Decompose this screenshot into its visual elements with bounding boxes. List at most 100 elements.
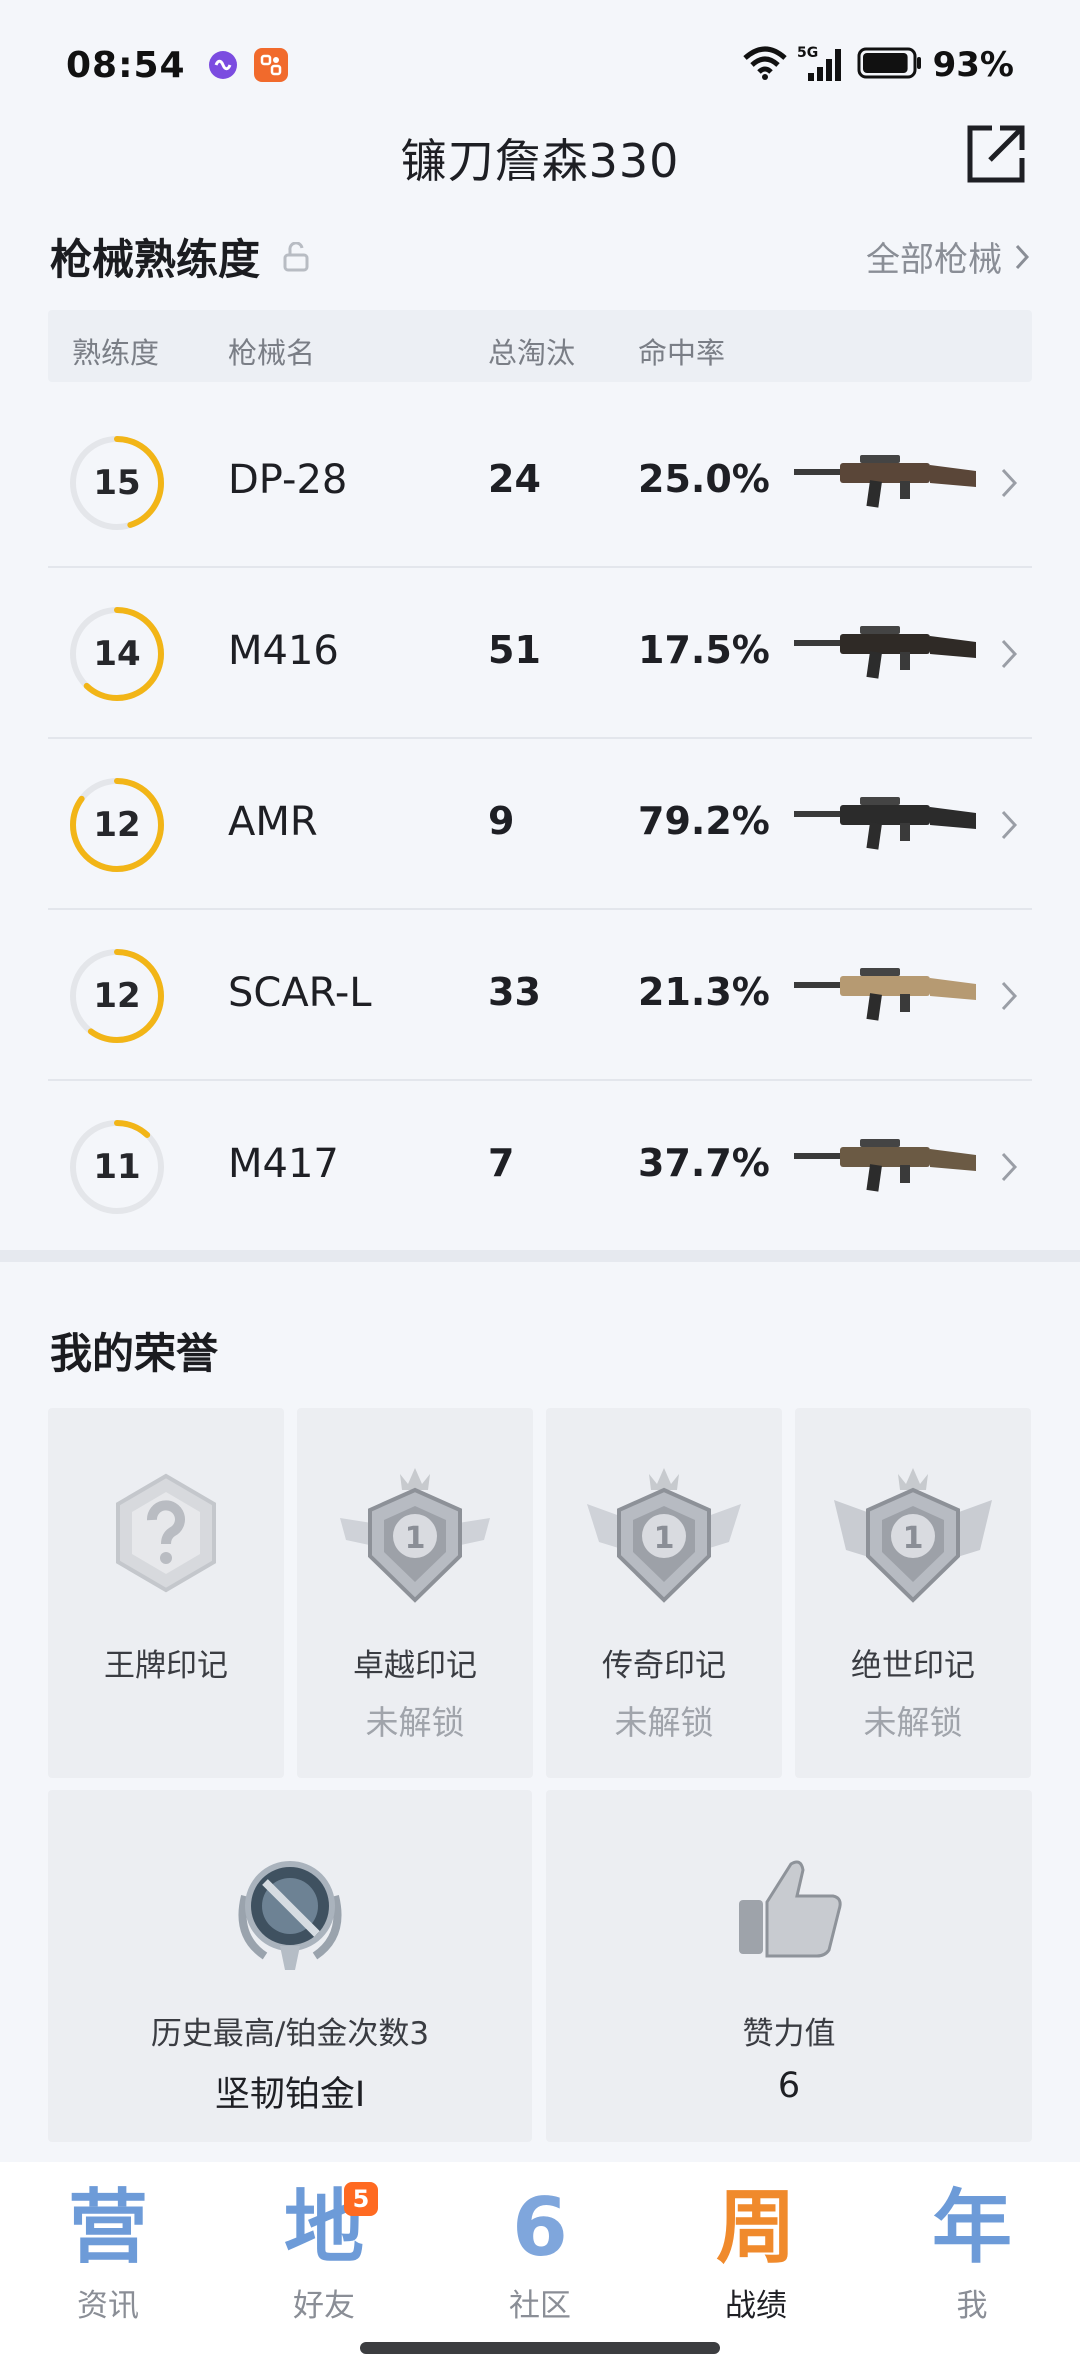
mastery-level: 12 <box>93 805 141 845</box>
chevron-right-icon <box>1001 639 1018 669</box>
nav-label: 好友 <box>293 2288 355 2324</box>
mastery-level: 15 <box>93 463 141 503</box>
weapon-hit-rate: 37.7% <box>638 1141 770 1185</box>
weapon-hit-rate: 79.2% <box>638 799 770 843</box>
weapons-section-header: 枪械熟练度 全部枪械 <box>50 226 1030 287</box>
question-badge-icon <box>116 1473 216 1593</box>
platinum-rank-icon <box>238 1861 342 1970</box>
section-divider <box>0 1250 1080 1262</box>
chevron-right-icon <box>1015 244 1030 269</box>
likes-card[interactable]: 赞力值 6 <box>546 1790 1032 2142</box>
honor-card-ace[interactable]: 王牌印记 <box>48 1408 284 1778</box>
column-header: 命中率 <box>638 336 726 370</box>
honor-label: 王牌印记 <box>104 1648 228 1684</box>
nav-item-friends[interactable]: 地 5 好友 <box>216 2180 432 2330</box>
chevron-right-icon <box>1001 1152 1018 1182</box>
section-title: 枪械熟练度 <box>50 235 261 284</box>
weapon-hit-rate: 21.3% <box>638 970 770 1014</box>
honor-card-peerless[interactable]: 1 绝世印记 未解锁 <box>795 1408 1031 1778</box>
nav-label: 战绩 <box>725 2288 787 2324</box>
chevron-right-icon <box>1001 468 1018 498</box>
weapon-kills: 51 <box>488 628 541 672</box>
stats-tab-icon: 周 <box>716 2181 796 2274</box>
likes-value: 6 <box>777 2066 801 2106</box>
page-title: 镰刀詹森330 <box>400 134 680 188</box>
weapon-name: M417 <box>228 1141 339 1187</box>
me-tab-icon: 年 <box>932 2181 1012 2274</box>
chevron-right-icon <box>1001 810 1018 840</box>
honor-card-excellence[interactable]: 1 卓越印记 未解锁 <box>297 1408 533 1778</box>
honor-label: 卓越印记 <box>353 1648 477 1684</box>
weapon-kills: 9 <box>488 799 515 843</box>
weapon-hit-rate: 25.0% <box>638 457 770 501</box>
honor-status: 未解锁 <box>863 1703 963 1742</box>
weapon-name: DP-28 <box>228 457 348 503</box>
nav-label: 社区 <box>509 2288 571 2324</box>
svg-text:5G: 5G <box>797 45 818 61</box>
weapon-row[interactable]: 12 AMR 9 79.2% <box>48 739 1032 910</box>
nav-item-community[interactable]: 6 社区 <box>432 2180 648 2330</box>
status-bar: 08:54 5G 93% <box>0 0 1080 130</box>
column-header: 熟练度 <box>72 336 160 370</box>
weapon-hit-rate: 17.5% <box>638 628 770 672</box>
column-header: 枪械名 <box>228 336 316 370</box>
likes-caption: 赞力值 <box>742 2016 836 2052</box>
weapon-kills: 7 <box>488 1141 515 1185</box>
nav-label: 我 <box>956 2288 988 2324</box>
mastery-level: 11 <box>93 1147 141 1187</box>
battery-percent: 93% <box>932 45 1014 85</box>
honor-card-legend[interactable]: 1 传奇印记 未解锁 <box>546 1408 782 1778</box>
wifi-icon <box>742 46 787 84</box>
nav-item-news[interactable]: 营 资讯 <box>0 2180 216 2330</box>
weapon-image-icon <box>794 797 976 850</box>
rank-caption: 历史最高/铂金次数3 <box>150 2016 430 2052</box>
weapon-name: M416 <box>228 628 339 674</box>
honor-label: 传奇印记 <box>602 1648 726 1684</box>
all-weapons-link[interactable]: 全部枪械 <box>866 232 1030 281</box>
status-time: 08:54 <box>66 44 186 86</box>
share-button[interactable] <box>964 122 1028 186</box>
nav-item-stats[interactable]: 周 战绩 <box>648 2180 864 2330</box>
weapon-row[interactable]: 14 M416 51 17.5% <box>48 568 1032 739</box>
honors-section-header: 我的荣誉 <box>50 1320 1030 1381</box>
mastery-level: 14 <box>93 634 141 674</box>
lock-icon[interactable] <box>282 241 310 272</box>
app-notification-icon <box>208 50 238 80</box>
weapon-image-icon <box>794 455 976 508</box>
weapon-row[interactable]: 12 SCAR-L 33 21.3% <box>48 910 1032 1081</box>
app-notification-icon <box>253 48 288 82</box>
weapon-row[interactable]: 15 DP-28 24 25.0% <box>48 397 1032 568</box>
notification-badge: 5 <box>344 2182 378 2216</box>
silver-badge-icon: 1 <box>587 1468 741 1603</box>
weapon-name: AMR <box>228 799 318 845</box>
friends-tab-icon: 地 <box>284 2181 364 2274</box>
nav-item-me[interactable]: 年 我 <box>864 2180 1080 2330</box>
honor-status: 未解锁 <box>614 1703 714 1742</box>
all-weapons-label: 全部枪械 <box>866 240 1002 280</box>
home-indicator[interactable] <box>360 2342 720 2354</box>
weapon-image-icon <box>794 1139 976 1192</box>
section-title: 我的荣誉 <box>50 1329 219 1378</box>
honor-label: 绝世印记 <box>851 1648 975 1684</box>
thumbs-up-icon <box>739 1860 842 1958</box>
rank-value: 坚韧铂金I <box>214 2075 366 2115</box>
news-tab-icon: 营 <box>68 2181 148 2274</box>
battery-icon <box>857 46 923 84</box>
share-icon <box>967 125 1025 183</box>
svg-text:1: 1 <box>654 1521 675 1556</box>
rank-card[interactable]: 历史最高/铂金次数3 坚韧铂金I <box>48 1790 532 2142</box>
weapon-name: SCAR-L <box>228 970 372 1016</box>
page-header: 镰刀詹森330 <box>0 118 1080 198</box>
weapon-kills: 24 <box>488 457 541 501</box>
svg-text:1: 1 <box>405 1521 426 1556</box>
weapon-row[interactable]: 11 M417 7 37.7% <box>48 1081 1032 1252</box>
nav-label: 资讯 <box>77 2288 139 2324</box>
silver-badge-icon: 1 <box>834 1468 992 1603</box>
signal-icon: 5G <box>797 43 847 87</box>
honor-status: 未解锁 <box>365 1703 465 1742</box>
weapons-table-header: 熟练度 枪械名 总淘汰 命中率 <box>48 310 1032 382</box>
chevron-right-icon <box>1001 981 1018 1011</box>
weapon-image-icon <box>794 626 976 679</box>
weapon-image-icon <box>794 968 976 1021</box>
weapon-kills: 33 <box>488 970 541 1014</box>
